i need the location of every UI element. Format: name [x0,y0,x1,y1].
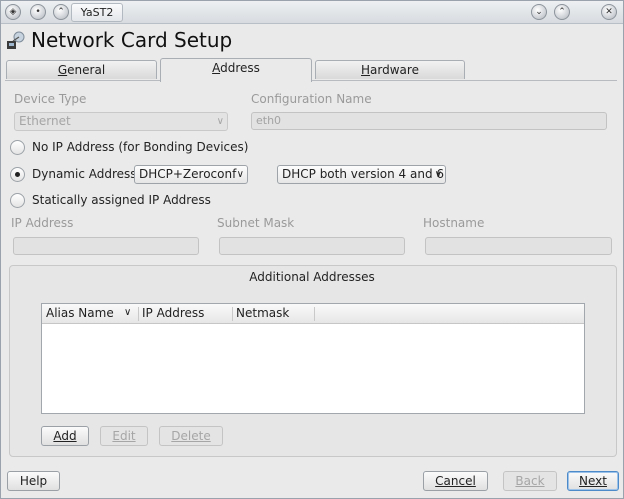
device-type-value: Ethernet [19,114,71,128]
maximize-icon[interactable]: ⌃ [554,4,570,20]
add-button[interactable]: Add [41,426,89,446]
dhcp-mode-value: DHCP+Zeroconf [139,167,237,181]
edit-button-label: Edit [112,429,136,443]
hostname-field [425,237,612,255]
window-menu-icon[interactable]: ◈ [5,4,21,20]
subnet-mask-field [219,237,405,255]
ip-address-label: IP Address [11,216,74,230]
column-separator [232,307,233,321]
tab-general-label: eneral [67,63,106,77]
device-type-combo: Ethernet ∨ [14,112,228,131]
help-button-label: Help [19,474,48,488]
subnet-mask-label: Subnet Mask [217,216,295,230]
column-ip-address[interactable]: IP Address [142,306,204,320]
cancel-button[interactable]: Cancel [423,471,488,491]
config-name-label: Configuration Name [251,92,372,106]
tab-address-accel: A [212,61,221,75]
close-icon[interactable]: ✕ [601,4,617,20]
tab-general-accel: G [57,63,68,77]
alias-table-header: Alias Name ∨ IP Address Netmask [42,304,584,324]
tab-address[interactable]: Address [160,58,312,82]
yast-window: ◈ • ⌃ YaST2 ⌄ ⌃ ✕ Network Card Setup Gen… [0,0,624,499]
column-separator [314,307,315,321]
tab-address-label: ddress [220,61,260,75]
no-ip-radio[interactable] [10,140,25,155]
tab-hardware[interactable]: Hardware [315,60,465,79]
tab-hardware-label: ardware [370,63,419,77]
dhcp-version-combo[interactable]: DHCP both version 4 and 6 ∨ [277,165,446,184]
delete-button: Delete [159,426,223,446]
static-ip-radio[interactable] [10,193,25,208]
page-title: Network Card Setup [31,28,233,52]
static-ip-label[interactable]: Statically assigned IP Address [32,193,211,207]
next-button[interactable]: Next [567,471,619,491]
minimize-icon[interactable]: ⌄ [531,4,547,20]
delete-button-label: Delete [171,429,211,443]
alias-table[interactable]: Alias Name ∨ IP Address Netmask [41,303,585,414]
device-type-label: Device Type [14,92,87,106]
ip-address-field [13,237,199,255]
column-alias-name[interactable]: Alias Name [46,306,114,320]
hostname-label: Hostname [423,216,485,230]
additional-addresses-title: Additional Addresses [249,270,375,284]
add-button-label: Add [53,429,77,443]
sort-chevron-icon[interactable]: ∨ [124,307,131,318]
chevron-down-icon: ∨ [216,116,224,127]
back-button: Back [503,471,557,491]
edit-button: Edit [100,426,148,446]
dynamic-address-label[interactable]: Dynamic Address [32,167,137,181]
column-separator [138,307,139,321]
dhcp-version-value: DHCP both version 4 and 6 [282,167,445,181]
back-button-label: Back [515,474,545,488]
help-button[interactable]: Help [7,471,60,491]
dynamic-address-radio[interactable] [10,167,25,182]
tab-general[interactable]: General [6,60,157,79]
chevron-down-icon: ∨ [434,169,442,180]
cancel-button-label: Cancel [435,474,476,488]
dhcp-mode-combo[interactable]: DHCP+Zeroconf ∨ [134,165,248,184]
pin-icon[interactable]: • [30,4,46,20]
next-button-label: Next [579,474,607,488]
config-name-field: eth0 [251,112,607,130]
keep-above-icon[interactable]: ⌃ [53,4,69,20]
window-title-tab[interactable]: YaST2 [71,3,123,22]
chevron-down-icon: ∨ [236,169,244,180]
no-ip-label[interactable]: No IP Address (for Bonding Devices) [32,140,248,154]
title-bar: ◈ • ⌃ YaST2 ⌄ ⌃ ✕ [1,1,623,24]
network-card-icon [7,31,25,49]
tab-hardware-accel: H [361,63,371,77]
column-netmask[interactable]: Netmask [236,306,289,320]
